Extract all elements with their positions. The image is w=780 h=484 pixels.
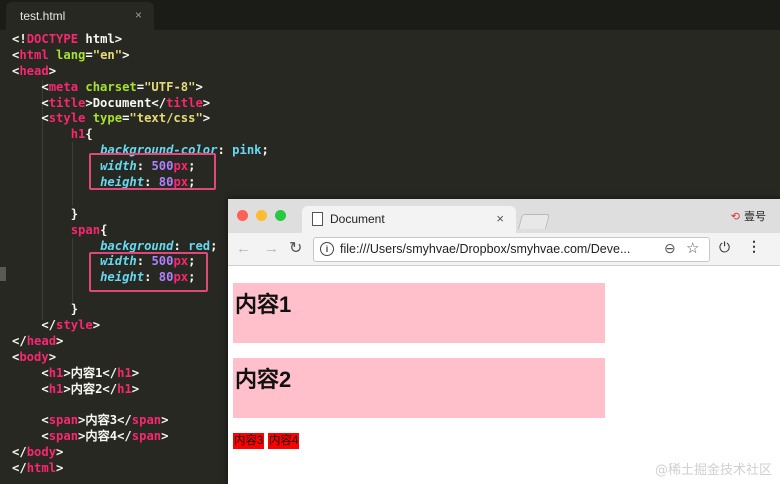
document-icon <box>312 212 323 226</box>
profile-button[interactable]: ⟲ 壹号 <box>731 208 766 224</box>
code-line[interactable]: <title>Document</title> <box>12 96 269 112</box>
heading-2: 内容2 <box>233 358 605 418</box>
profile-icon: ⟲ <box>730 211 740 223</box>
url-text[interactable]: file:///Users/smyhvae/Dropbox/smyhvae.co… <box>340 242 630 256</box>
code-line[interactable]: <style type="text/css"> <box>12 111 269 127</box>
forward-arrow-icon[interactable]: → <box>264 240 279 257</box>
zoom-icon[interactable]: ⊖ <box>664 240 676 257</box>
editor-tab[interactable]: test.html × <box>6 2 154 30</box>
browser-toolbar: ← → ↻ i file:///Users/smyhvae/Dropbox/sm… <box>228 233 780 266</box>
page-viewport: 内容1 内容2 内容3 内容4 <box>228 266 780 484</box>
profile-label: 壹号 <box>744 211 766 223</box>
highlight-box <box>89 252 208 292</box>
code-line[interactable]: <meta charset="UTF-8"> <box>12 80 269 96</box>
editor-tab-bar: test.html × <box>0 0 780 30</box>
address-bar[interactable]: i file:///Users/smyhvae/Dropbox/smyhvae.… <box>313 237 710 262</box>
star-icon[interactable]: ☆ <box>686 239 699 257</box>
new-tab-button[interactable] <box>517 214 551 229</box>
code-line[interactable]: <head> <box>12 64 269 80</box>
minimize-window-button[interactable] <box>256 210 267 221</box>
menu-icon[interactable]: ⋮ <box>747 238 761 255</box>
power-icon[interactable]: ⏻ <box>719 239 730 256</box>
back-arrow-icon[interactable]: ← <box>236 240 251 257</box>
heading-1: 内容1 <box>233 283 605 343</box>
close-window-button[interactable] <box>237 210 248 221</box>
editor-tab-label: test.html <box>20 9 66 23</box>
span-2: 内容4 <box>268 433 300 449</box>
browser-title-bar: Document × ⟲ 壹号 <box>228 199 780 233</box>
browser-tab[interactable]: Document × <box>302 206 516 233</box>
code-line[interactable]: h1{ <box>12 127 269 143</box>
browser-tab-title: Document <box>330 212 385 226</box>
highlight-box <box>89 153 216 190</box>
reload-icon[interactable]: ↻ <box>289 238 302 258</box>
close-icon[interactable]: × <box>496 211 504 226</box>
code-line[interactable]: <html lang="en"> <box>12 48 269 64</box>
code-line[interactable]: <!DOCTYPE html> <box>12 32 269 48</box>
close-icon[interactable]: × <box>135 8 142 22</box>
gutter-marker <box>0 267 6 281</box>
span-1: 内容3 <box>233 433 265 449</box>
browser-window: Document × ⟲ 壹号 ← → ↻ i file:///Users/smy… <box>228 199 780 484</box>
maximize-window-button[interactable] <box>275 210 286 221</box>
info-icon[interactable]: i <box>320 242 334 256</box>
watermark: @稀土掘金技术社区 <box>654 463 772 478</box>
